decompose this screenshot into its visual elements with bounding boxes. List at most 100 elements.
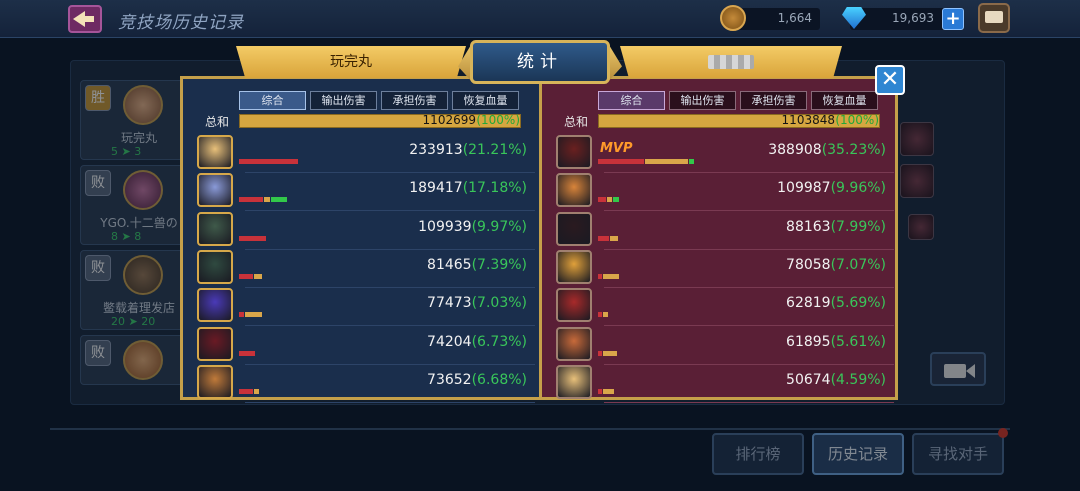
right-team-panel: 综合 输出伤害 承担伤害 恢复血量 总和 1103848 (100%) MVP 3…: [542, 79, 895, 403]
hero-portrait[interactable]: [197, 135, 233, 169]
page-title: 竞技场历史记录: [118, 13, 244, 33]
stat-percent: (7.99%): [830, 218, 886, 235]
hero-stat-value: 50674(4.59%): [786, 372, 886, 388]
hero-portrait[interactable]: [556, 364, 592, 399]
hero-row: 109939(9.97%): [197, 211, 535, 250]
hero-stat-value: 62819(5.69%): [786, 295, 886, 311]
contribution-bars: [598, 273, 620, 279]
stat-number: 74204: [427, 333, 472, 350]
left-player-banner: 玩完丸: [236, 46, 466, 78]
stat-percent: (9.96%): [830, 180, 886, 197]
contribution-bars: [239, 312, 262, 318]
stat-number: 50674: [786, 371, 831, 388]
hero-portrait[interactable]: [556, 173, 592, 208]
hero-portrait[interactable]: [197, 288, 233, 323]
red-stat-bar: [239, 273, 253, 279]
yellow-stat-bar: [264, 197, 270, 203]
hero-row: 88163(7.99%): [556, 211, 894, 250]
green-stat-bar: [270, 197, 287, 203]
coin-icon: [720, 5, 746, 31]
tab-healing[interactable]: 恢复血量: [452, 91, 519, 110]
hero-portrait[interactable]: [556, 326, 592, 361]
stat-percent: (21.21%): [462, 142, 527, 158]
hero-stat-value: 88163(7.99%): [786, 219, 886, 235]
red-stat-bar: [239, 388, 253, 394]
total-bar: 1103848 (100%): [598, 113, 880, 128]
total-label: 总和: [564, 115, 589, 129]
red-stat-bar: [598, 312, 602, 318]
red-stat-bar: [598, 273, 602, 279]
total-bar: 1102699 (100%): [239, 113, 521, 128]
hero-portrait[interactable]: [197, 211, 233, 246]
left-tabs: 综合 输出伤害 承担伤害 恢复血量: [239, 91, 519, 110]
total-percent: (100%): [835, 113, 879, 127]
yellow-stat-bar: [644, 159, 689, 164]
contribution-bars: [598, 312, 609, 318]
blurred-player-name: [708, 55, 754, 69]
hero-portrait[interactable]: [556, 288, 592, 323]
yellow-stat-bar: [253, 388, 259, 394]
hero-stat-value: 233913(21.21%): [409, 142, 527, 158]
stat-number: 81465: [427, 256, 472, 273]
red-stat-bar: [598, 235, 609, 241]
stat-number: 189417: [409, 180, 463, 197]
stat-percent: (17.18%): [462, 180, 527, 197]
dialog-title: 统计: [470, 40, 610, 84]
stat-number: 388908: [768, 142, 822, 158]
tab-healing[interactable]: 恢复血量: [811, 91, 878, 110]
stat-percent: (5.61%): [830, 333, 886, 350]
hero-row: 189417(17.18%): [197, 173, 535, 212]
hero-portrait[interactable]: [197, 326, 233, 361]
back-button[interactable]: [68, 5, 102, 33]
gold-value: 1,664: [777, 11, 812, 25]
hero-stat-value: 109987(9.96%): [777, 180, 886, 196]
hero-row: 78058(7.07%): [556, 249, 894, 288]
hero-row: 81465(7.39%): [197, 249, 535, 288]
hero-stat-value: 81465(7.39%): [427, 257, 527, 273]
chat-icon[interactable]: [978, 3, 1010, 33]
left-team-panel: 综合 输出伤害 承担伤害 恢复血量 总和 1102699 (100%) 2339…: [183, 79, 539, 403]
yellow-stat-bar: [245, 312, 262, 318]
tab-damage-dealt[interactable]: 输出伤害: [310, 91, 377, 110]
tab-damage-taken[interactable]: 承担伤害: [740, 91, 807, 110]
contribution-bars: [598, 235, 618, 241]
close-button[interactable]: ✕: [875, 65, 905, 95]
gem-value: 19,693: [892, 11, 934, 25]
tab-damage-dealt[interactable]: 输出伤害: [669, 91, 736, 110]
stat-number: 233913: [409, 142, 463, 158]
stat-percent: (6.73%): [471, 333, 527, 350]
stat-percent: (7.03%): [471, 295, 527, 312]
hero-portrait[interactable]: [197, 364, 233, 399]
hero-row: 77473(7.03%): [197, 288, 535, 327]
red-stat-bar: [598, 350, 602, 356]
hero-row: 233913(21.21%): [197, 135, 535, 173]
contribution-bars: [239, 273, 262, 279]
hero-stat-value: 78058(7.07%): [786, 257, 886, 273]
red-stat-bar: [239, 235, 266, 241]
tab-damage-taken[interactable]: 承担伤害: [381, 91, 448, 110]
total-value: 1103848: [781, 113, 835, 127]
hero-row: 73652(6.68%): [197, 364, 535, 403]
hero-portrait[interactable]: [556, 135, 592, 169]
contribution-bars: [598, 197, 619, 203]
hero-row: 50674(4.59%): [556, 364, 894, 403]
stat-percent: (9.97%): [471, 218, 527, 235]
hero-portrait[interactable]: [197, 249, 233, 284]
hero-portrait[interactable]: [556, 211, 592, 246]
hero-row: 74204(6.73%): [197, 326, 535, 365]
hero-row: MVP 388908(35.23%): [556, 135, 894, 173]
yellow-stat-bar: [253, 273, 262, 279]
add-gems-button[interactable]: +: [942, 8, 964, 30]
hero-stat-value: 109939(9.97%): [418, 219, 527, 235]
hero-portrait[interactable]: [556, 249, 592, 284]
yellow-stat-bar: [603, 312, 609, 318]
hero-stat-value: 73652(6.68%): [427, 372, 527, 388]
green-stat-bar: [689, 159, 695, 164]
yellow-stat-bar: [603, 273, 620, 279]
hero-portrait[interactable]: [197, 173, 233, 208]
tab-overall[interactable]: 综合: [598, 91, 665, 110]
tab-overall[interactable]: 综合: [239, 91, 306, 110]
hero-stat-value: 388908(35.23%): [768, 142, 886, 158]
red-stat-bar: [239, 197, 264, 203]
stat-number: 109987: [777, 180, 831, 197]
